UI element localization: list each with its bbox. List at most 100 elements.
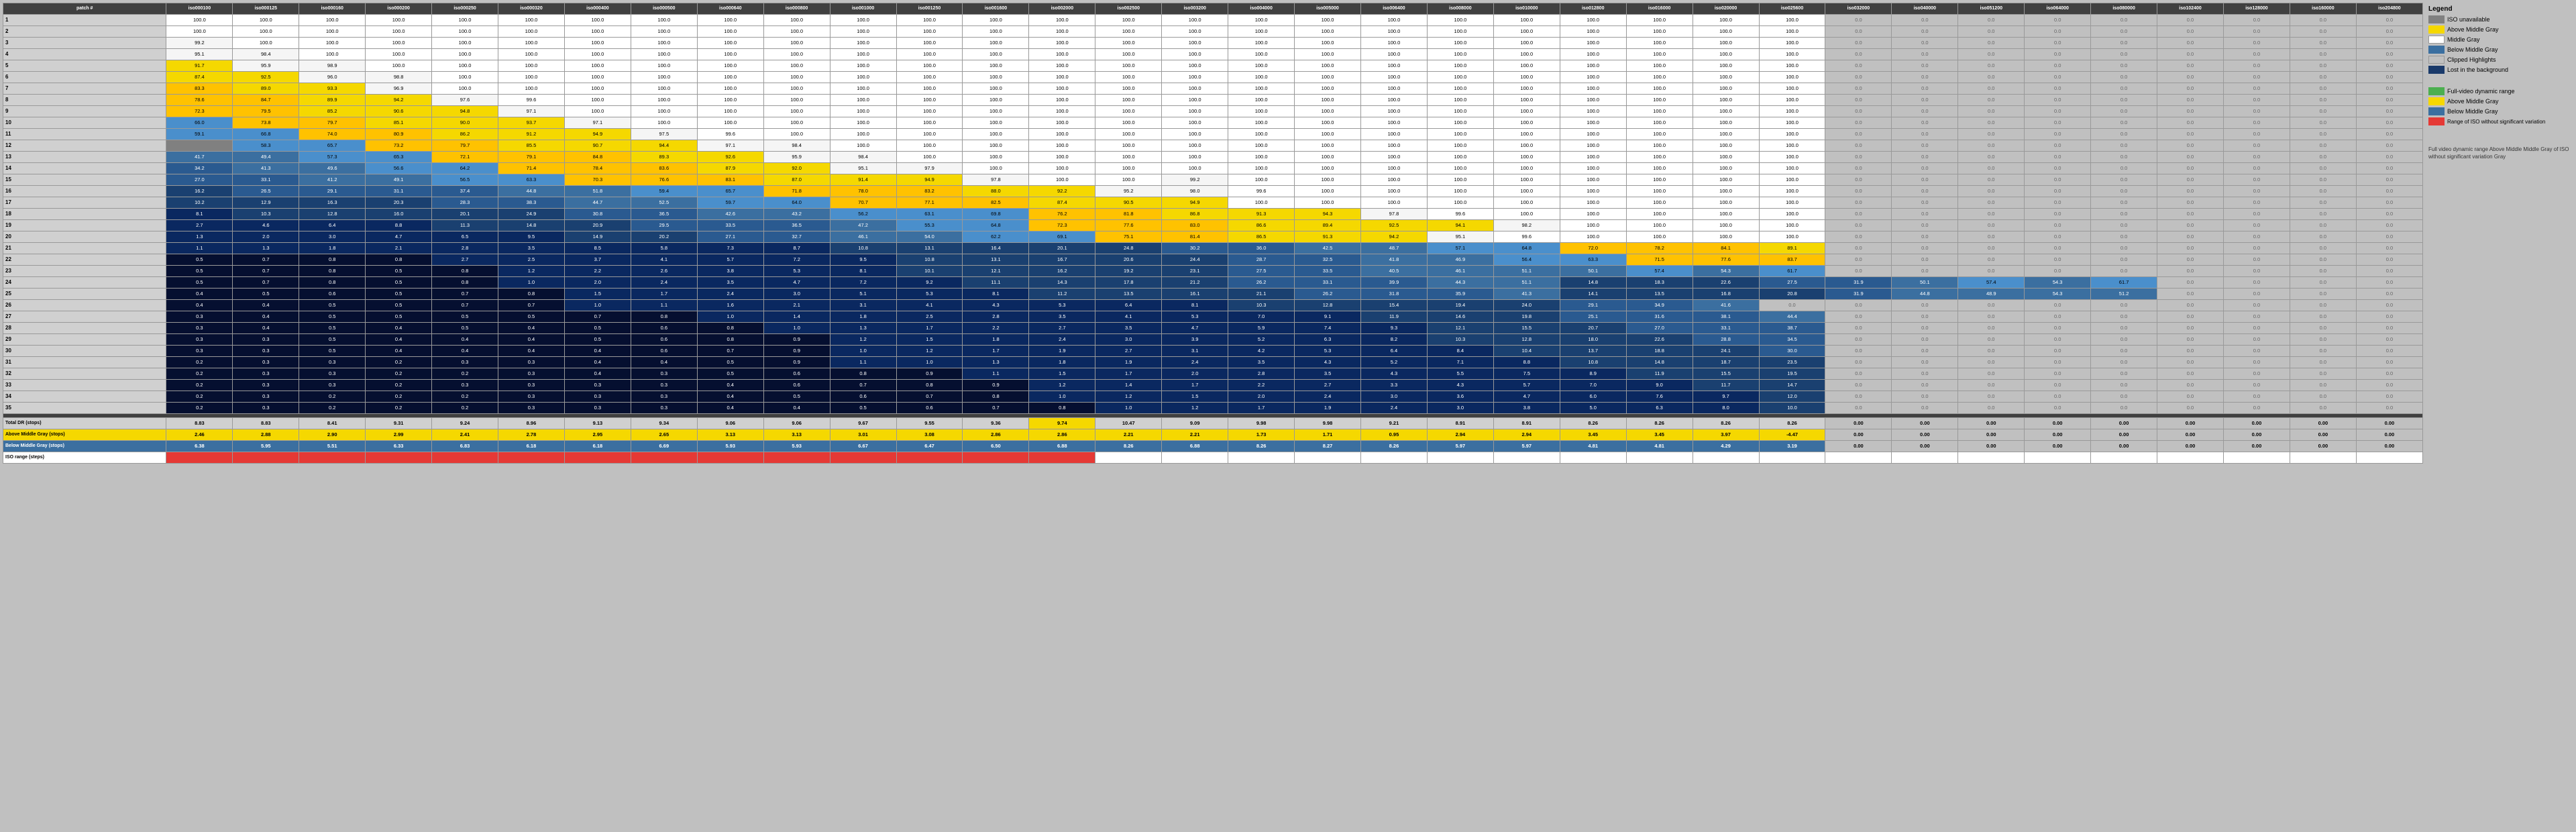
data-cell: 5.7 xyxy=(1493,380,1560,391)
data-cell: 0.0 xyxy=(2091,60,2157,72)
data-cell: 6.3 xyxy=(1295,334,1361,346)
data-cell: 5.3 xyxy=(1295,346,1361,357)
data-cell: 100.0 xyxy=(1693,60,1759,72)
data-cell: 0.0 xyxy=(2356,129,2422,140)
data-cell: 100.0 xyxy=(697,26,763,38)
data-cell: 0.0 xyxy=(2356,289,2422,300)
data-cell: 25.1 xyxy=(1560,311,1626,323)
data-cell: 31.8 xyxy=(1361,289,1428,300)
data-cell: 0.5 xyxy=(299,311,366,323)
data-cell: 100.0 xyxy=(299,38,366,49)
data-cell: 0.5 xyxy=(830,403,896,414)
table-row: 290.30.30.50.40.40.40.50.60.80.91.21.51.… xyxy=(3,334,2423,346)
data-cell: 41.7 xyxy=(166,152,233,163)
data-cell: 12.0 xyxy=(1759,391,1825,403)
summary-cell xyxy=(631,452,697,464)
data-cell: 28.3 xyxy=(432,197,498,209)
data-cell: 0.0 xyxy=(1892,380,1958,391)
summary-cell xyxy=(498,452,565,464)
data-cell: 100.0 xyxy=(1626,95,1693,106)
data-cell: 9.2 xyxy=(896,277,963,289)
data-cell: 100.0 xyxy=(1493,106,1560,117)
table-row: 1434.241.349.656.664.271.478.483.687.992… xyxy=(3,163,2423,174)
patch-number: 9 xyxy=(3,106,166,117)
summary-cell: 8.26 xyxy=(1759,418,1825,429)
data-cell: 100.0 xyxy=(1095,72,1162,83)
data-cell: 100.0 xyxy=(1228,140,1295,152)
data-cell: 100.0 xyxy=(763,72,830,83)
data-cell: 100.0 xyxy=(1162,117,1228,129)
summary-cell: 0.00 xyxy=(2025,429,2091,441)
data-cell: 98.4 xyxy=(233,49,299,60)
data-cell: 1.0 xyxy=(498,277,565,289)
col-iso128000: iso128000 xyxy=(2223,3,2290,15)
summary-cell: 0.00 xyxy=(1958,441,2025,452)
data-cell: 36.5 xyxy=(631,209,697,220)
data-cell: 0.0 xyxy=(2091,243,2157,254)
data-cell: 100.0 xyxy=(830,129,896,140)
data-cell: 0.0 xyxy=(1825,266,1892,277)
summary-cell: 6.47 xyxy=(896,441,963,452)
data-cell: 0.0 xyxy=(2223,266,2290,277)
data-cell: 10.3 xyxy=(1427,334,1493,346)
summary-cell: 4.81 xyxy=(1560,441,1626,452)
patch-number: 19 xyxy=(3,220,166,231)
data-cell: 100.0 xyxy=(1361,26,1428,38)
data-cell: 100.0 xyxy=(1361,129,1428,140)
patch-number: 32 xyxy=(3,368,166,380)
data-cell: 0.0 xyxy=(2356,49,2422,60)
data-cell: 65.3 xyxy=(366,152,432,163)
data-cell: 4.7 xyxy=(1493,391,1560,403)
col-iso800: iso000800 xyxy=(763,3,830,15)
data-cell: 100.0 xyxy=(1626,83,1693,95)
data-cell: 100.0 xyxy=(1427,106,1493,117)
data-cell: 2.5 xyxy=(896,311,963,323)
data-cell: 100.0 xyxy=(1759,15,1825,26)
table-row: 972.379.585.290.694.897.1100.0100.0100.0… xyxy=(3,106,2423,117)
data-cell: 20.7 xyxy=(1560,323,1626,334)
data-cell: 0.4 xyxy=(763,403,830,414)
data-cell: 1.8 xyxy=(830,311,896,323)
data-cell: 85.2 xyxy=(299,106,366,117)
data-cell: 0.8 xyxy=(631,311,697,323)
data-cell: 15.5 xyxy=(1693,368,1759,380)
data-cell: 100.0 xyxy=(564,26,631,38)
data-cell: 100.0 xyxy=(1228,197,1295,209)
data-cell: 100.0 xyxy=(1693,174,1759,186)
legend-label-middle: Middle Gray xyxy=(2447,36,2480,43)
data-cell: 0.4 xyxy=(697,391,763,403)
data-cell: 20.8 xyxy=(1759,289,1825,300)
patch-number: 31 xyxy=(3,357,166,368)
data-cell: 100.0 xyxy=(763,83,830,95)
data-cell: 0.0 xyxy=(2091,106,2157,117)
data-cell: 100.0 xyxy=(1427,152,1493,163)
data-cell: 0.0 xyxy=(2091,152,2157,163)
data-cell: 50.1 xyxy=(1560,266,1626,277)
data-cell: 36.5 xyxy=(763,220,830,231)
data-cell: 0.0 xyxy=(2091,186,2157,197)
patch-number: 17 xyxy=(3,197,166,209)
data-cell: 34.9 xyxy=(1626,300,1693,311)
summary-cell: 9.31 xyxy=(366,418,432,429)
data-cell: 94.1 xyxy=(1427,220,1493,231)
data-cell: 100.0 xyxy=(1029,140,1095,152)
data-cell: 36.0 xyxy=(1228,243,1295,254)
data-cell: 94.8 xyxy=(432,106,498,117)
data-cell: 3.5 xyxy=(1295,368,1361,380)
data-cell: 0.0 xyxy=(1825,346,1892,357)
data-cell: 100.0 xyxy=(631,83,697,95)
data-cell: 3.5 xyxy=(498,243,565,254)
summary-cell: 3.45 xyxy=(1626,429,1693,441)
data-cell: 100.0 xyxy=(1493,152,1560,163)
data-cell: 57.4 xyxy=(1958,277,2025,289)
data-cell: 7.2 xyxy=(830,277,896,289)
data-cell: 55.3 xyxy=(896,220,963,231)
data-cell: 0.5 xyxy=(299,300,366,311)
data-cell: 33.1 xyxy=(1295,277,1361,289)
data-cell: 95.9 xyxy=(233,60,299,72)
table-row: 260.40.40.50.50.70.71.01.11.62.13.14.14.… xyxy=(3,300,2423,311)
data-cell: 100.0 xyxy=(1228,60,1295,72)
data-cell: 100.0 xyxy=(1361,174,1428,186)
patch-number: 24 xyxy=(3,277,166,289)
data-cell: 0.0 xyxy=(2223,106,2290,117)
